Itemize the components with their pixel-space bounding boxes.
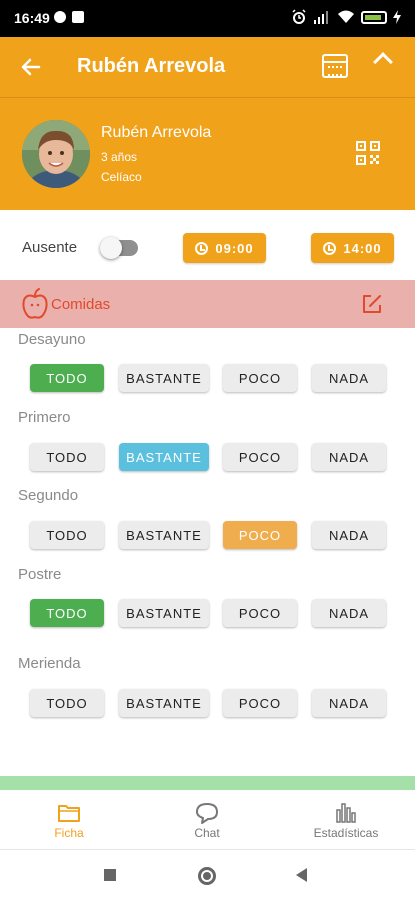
avatar bbox=[22, 120, 90, 188]
segundo-nada-button[interactable]: NADA bbox=[312, 521, 386, 549]
home-circle-icon[interactable] bbox=[198, 867, 216, 885]
folder-icon bbox=[58, 805, 80, 822]
meal-label-segundo: Segundo bbox=[18, 487, 79, 504]
primero-poco-button[interactable]: POCO bbox=[223, 443, 297, 471]
arrival-time-label: 09:00 bbox=[215, 240, 254, 256]
back-arrow-icon[interactable] bbox=[19, 55, 43, 79]
meals-section-header[interactable]: Comidas bbox=[0, 280, 415, 328]
toggle-knob bbox=[100, 237, 122, 259]
apple-icon bbox=[22, 288, 48, 319]
nav-item-chat[interactable]: Chat bbox=[138, 790, 276, 850]
merienda-poco-button[interactable]: POCO bbox=[223, 689, 297, 717]
departure-time-button[interactable]: 14:00 bbox=[311, 233, 394, 263]
profile-diet: Celíaco bbox=[101, 170, 142, 184]
meal-label-merienda: Merienda bbox=[18, 655, 81, 672]
primero-todo-button[interactable]: TODO bbox=[30, 443, 104, 471]
section-title: Comidas bbox=[51, 296, 111, 313]
profile-name: Rubén Arrevola bbox=[101, 124, 212, 141]
signal-icon bbox=[314, 11, 328, 24]
arrival-time-button[interactable]: 09:00 bbox=[183, 233, 266, 263]
clock-icon bbox=[195, 241, 209, 255]
back-triangle-icon[interactable] bbox=[296, 868, 307, 882]
postre-nada-button[interactable]: NADA bbox=[312, 599, 386, 627]
nav-label-estadisticas: Estadísticas bbox=[313, 826, 379, 840]
desayuno-bastante-button[interactable]: BASTANTE bbox=[119, 364, 209, 392]
absent-toggle[interactable] bbox=[100, 237, 138, 259]
merienda-todo-button[interactable]: TODO bbox=[30, 689, 104, 717]
absent-label: Ausente bbox=[22, 239, 78, 256]
bottom-nav: Ficha Chat Estadísticas bbox=[0, 790, 415, 850]
absence-row: Ausente 09:00 14:00 bbox=[0, 210, 415, 280]
next-section-strip[interactable] bbox=[0, 776, 415, 790]
battery-icon bbox=[361, 10, 387, 24]
status-time: 16:49 bbox=[14, 10, 50, 26]
bar-chart-icon bbox=[336, 803, 356, 823]
meal-label-desayuno: Desayuno bbox=[18, 331, 86, 348]
alarm-icon bbox=[292, 9, 306, 24]
chevron-up-icon[interactable] bbox=[373, 52, 393, 72]
nav-item-estadisticas[interactable]: Estadísticas bbox=[277, 790, 415, 850]
postre-poco-button[interactable]: POCO bbox=[223, 599, 297, 627]
profile-age: 3 años bbox=[101, 150, 138, 164]
wifi-icon bbox=[338, 10, 354, 23]
app-bar: Rubén Arrevola bbox=[0, 37, 415, 97]
status-right-icons bbox=[291, 9, 401, 25]
primero-nada-button[interactable]: NADA bbox=[312, 443, 386, 471]
desayuno-poco-button[interactable]: POCO bbox=[223, 364, 297, 392]
postre-todo-button[interactable]: TODO bbox=[30, 599, 104, 627]
merienda-bastante-button[interactable]: BASTANTE bbox=[119, 689, 209, 717]
primero-bastante-button[interactable]: BASTANTE bbox=[119, 443, 209, 471]
recents-square-icon[interactable] bbox=[104, 869, 116, 881]
charging-icon bbox=[393, 10, 401, 24]
postre-bastante-button[interactable]: BASTANTE bbox=[119, 599, 209, 627]
segundo-todo-button[interactable]: TODO bbox=[30, 521, 104, 549]
notification-square-icon bbox=[72, 11, 84, 23]
meal-label-postre: Postre bbox=[18, 566, 62, 583]
status-bar: 16:49 bbox=[0, 0, 415, 37]
chat-bubble-icon bbox=[196, 803, 218, 824]
profile-card: Rubén Arrevola 3 años Celíaco bbox=[0, 97, 415, 210]
desayuno-nada-button[interactable]: NADA bbox=[312, 364, 386, 392]
merienda-nada-button[interactable]: NADA bbox=[312, 689, 386, 717]
edit-icon[interactable] bbox=[361, 293, 383, 315]
notification-circle-icon bbox=[54, 11, 66, 23]
calendar-icon[interactable] bbox=[322, 54, 348, 78]
segundo-poco-button[interactable]: POCO bbox=[223, 521, 297, 549]
desayuno-todo-button[interactable]: TODO bbox=[30, 364, 104, 392]
meal-label-primero: Primero bbox=[18, 409, 71, 426]
departure-time-label: 14:00 bbox=[343, 240, 382, 256]
nav-label-chat: Chat bbox=[194, 826, 220, 840]
child-photo bbox=[22, 120, 90, 188]
nav-item-ficha[interactable]: Ficha bbox=[0, 790, 138, 850]
segundo-bastante-button[interactable]: BASTANTE bbox=[119, 521, 209, 549]
status-notification-icons bbox=[54, 11, 84, 23]
system-nav-bar bbox=[0, 850, 415, 900]
clock-icon bbox=[323, 241, 337, 255]
nav-label-ficha: Ficha bbox=[54, 826, 84, 840]
page-title: Rubén Arrevola bbox=[77, 55, 226, 77]
qr-code-icon[interactable] bbox=[356, 141, 380, 165]
